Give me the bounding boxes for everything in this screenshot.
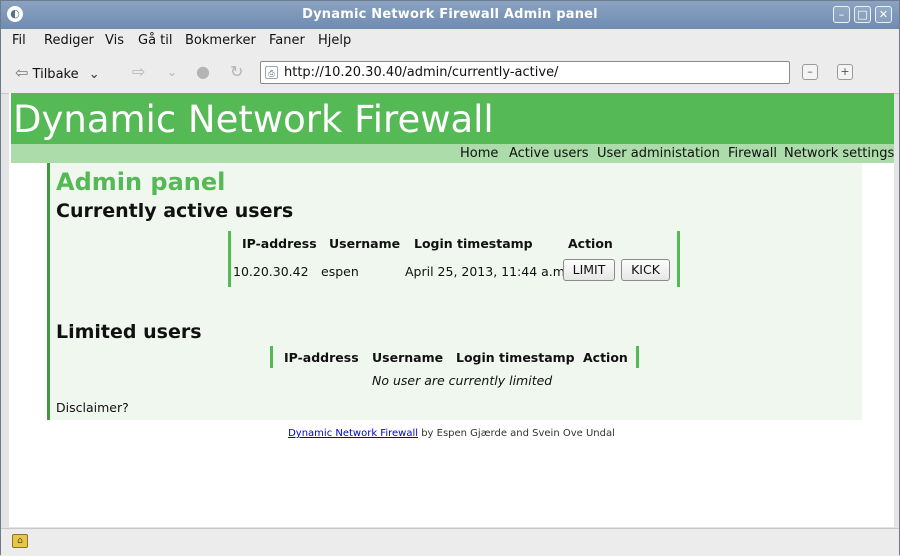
footer-link[interactable]: Dynamic Network Firewall bbox=[288, 428, 418, 439]
nav-firewall[interactable]: Firewall bbox=[728, 146, 777, 161]
browser-window: ◐ Dynamic Network Firewall Admin panel –… bbox=[0, 0, 900, 556]
menu-fil[interactable]: Fil bbox=[12, 33, 26, 48]
menu-hjelp[interactable]: Hjelp bbox=[318, 33, 351, 48]
empty-message: No user are currently limited bbox=[372, 373, 553, 388]
menu-vis[interactable]: Vis bbox=[105, 33, 124, 48]
stop-icon[interactable]: ● bbox=[196, 62, 210, 81]
disclaimer-link[interactable]: Disclaimer? bbox=[56, 400, 129, 415]
reload-icon[interactable]: ↻ bbox=[230, 62, 243, 81]
footer-credit: by Espen Gjærde and Svein Ove Undal bbox=[418, 428, 615, 439]
page-footer: Dynamic Network Firewall by Espen Gjærde… bbox=[9, 428, 894, 439]
lock-icon[interactable]: ⌂ bbox=[12, 534, 28, 548]
zoom-in-icon[interactable]: + bbox=[837, 64, 853, 80]
admin-panel: Admin panel Currently active users IP-ad… bbox=[47, 163, 862, 420]
column-header: Login timestamp bbox=[414, 236, 533, 251]
close-icon[interactable]: ✕ bbox=[875, 6, 892, 23]
active-users-table: IP-address Username Login timestamp Acti… bbox=[228, 231, 680, 287]
url-bar[interactable]: ⎙ http://10.20.30.40/admin/currently-act… bbox=[260, 61, 790, 84]
back-button[interactable]: ⇦ Tilbake ⌄ bbox=[15, 63, 100, 82]
kick-button[interactable]: KICK bbox=[621, 259, 670, 281]
chevron-down-icon[interactable]: ⌄ bbox=[89, 67, 100, 82]
window-title: Dynamic Network Firewall Admin panel bbox=[302, 7, 598, 22]
column-header: Action bbox=[568, 236, 613, 251]
section-heading-limited: Limited users bbox=[56, 321, 202, 343]
nav-user-administation[interactable]: User administation bbox=[597, 146, 720, 161]
site-title: Dynamic Network Firewall bbox=[13, 98, 494, 141]
menu-rediger[interactable]: Rediger bbox=[44, 33, 94, 48]
minimize-icon[interactable]: – bbox=[833, 6, 850, 23]
menu-ga-til[interactable]: Gå til bbox=[138, 33, 173, 48]
zoom-out-icon[interactable]: – bbox=[802, 64, 818, 80]
maximize-icon[interactable]: □ bbox=[854, 6, 871, 23]
menu-faner[interactable]: Faner bbox=[269, 33, 305, 48]
forward-arrow-icon[interactable]: ⇨ bbox=[132, 62, 145, 81]
navigation-toolbar: ⇦ Tilbake ⌄ ⇨ ⌄ ● ↻ ⎙ http://10.20.30.40… bbox=[1, 53, 899, 94]
column-header: Login timestamp bbox=[456, 350, 575, 365]
nav-home[interactable]: Home bbox=[460, 146, 498, 161]
page-heading: Admin panel bbox=[56, 168, 226, 196]
back-arrow-icon: ⇦ bbox=[15, 63, 29, 82]
column-header: IP-address bbox=[242, 236, 317, 251]
table-cell-username: espen bbox=[321, 264, 359, 279]
nav-active-users[interactable]: Active users bbox=[509, 146, 588, 161]
limit-button[interactable]: LIMIT bbox=[563, 259, 615, 281]
url-text[interactable]: http://10.20.30.40/admin/currently-activ… bbox=[284, 65, 558, 80]
limited-users-table: IP-address Username Login timestamp Acti… bbox=[270, 346, 639, 368]
menu-bar: Fil Rediger Vis Gå til Bokmerker Faner H… bbox=[1, 29, 899, 53]
column-header: Username bbox=[329, 236, 401, 251]
status-bar: ⌂ bbox=[1, 528, 899, 556]
title-bar: ◐ Dynamic Network Firewall Admin panel –… bbox=[1, 1, 899, 29]
table-cell-ip: 10.20.30.42 bbox=[233, 264, 309, 279]
column-header: Username bbox=[372, 350, 444, 365]
page-icon: ⎙ bbox=[265, 66, 278, 79]
column-header: Action bbox=[583, 350, 628, 365]
table-cell-timestamp: April 25, 2013, 11:44 a.m. bbox=[405, 264, 569, 279]
back-label: Tilbake bbox=[32, 67, 79, 82]
site-nav: Home Active users User administation Fir… bbox=[11, 144, 894, 163]
nav-network-settings[interactable]: Network settings bbox=[784, 146, 894, 161]
site-banner: Dynamic Network Firewall bbox=[11, 93, 894, 144]
section-heading-active: Currently active users bbox=[56, 200, 294, 222]
column-header: IP-address bbox=[284, 350, 359, 365]
page-viewport: Dynamic Network Firewall Home Active use… bbox=[9, 93, 894, 527]
chevron-down-icon[interactable]: ⌄ bbox=[167, 65, 177, 79]
menu-bokmerker[interactable]: Bokmerker bbox=[185, 33, 256, 48]
